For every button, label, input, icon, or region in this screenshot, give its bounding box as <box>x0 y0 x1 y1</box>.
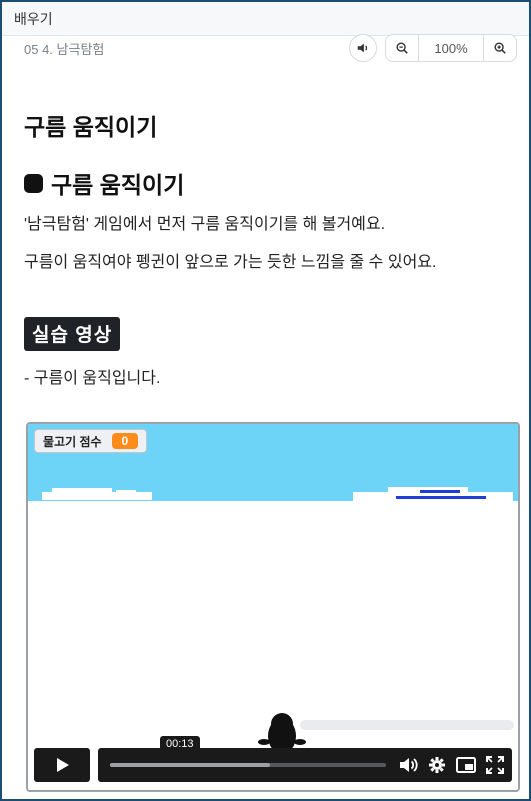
play-icon <box>57 758 69 772</box>
sound-button[interactable] <box>349 34 377 62</box>
zoom-level: 100% <box>418 35 484 61</box>
picture-in-picture-icon[interactable] <box>456 757 476 773</box>
control-bar: 00:13 <box>98 736 512 782</box>
content-toolbar: 05 4. 남극탐험 100% <box>24 34 517 62</box>
ground-shadow <box>300 720 514 730</box>
cloud-left <box>42 488 152 500</box>
zoom-in-icon <box>494 42 506 54</box>
cloud-right <box>353 487 513 501</box>
paragraph: '남극탐험' 게임에서 먼저 구름 움직이기를 해 볼거예요. <box>24 216 386 233</box>
top-bar-title: 배우기 <box>14 10 53 27</box>
top-bar: 배우기 <box>2 2 529 36</box>
speaker-icon <box>357 43 368 53</box>
tool-group: 100% <box>349 34 517 62</box>
progress-fill <box>110 763 271 767</box>
paragraph: 구름이 움직여야 펭귄이 앞으로 가는 듯한 느낌을 줄 수 있어요. <box>24 254 437 271</box>
score-display: 물고기 점수 0 <box>34 429 148 453</box>
page-title: 구름 움직이기 <box>24 114 158 140</box>
section-title: 구름 움직이기 <box>51 172 185 198</box>
score-label: 물고기 점수 <box>43 434 102 449</box>
control-icons <box>398 756 504 774</box>
zoom-out-button[interactable] <box>386 35 418 61</box>
progress-track[interactable] <box>110 763 386 767</box>
fullscreen-icon[interactable] <box>486 756 504 774</box>
settings-gear-icon[interactable] <box>428 756 446 774</box>
zoom-in-button[interactable] <box>484 35 516 61</box>
heading-square-icon <box>24 173 43 193</box>
game-stage <box>28 487 518 790</box>
zoom-control: 100% <box>385 34 517 62</box>
play-button[interactable] <box>34 748 90 782</box>
video-player[interactable]: 물고기 점수 0 00:13 <box>26 422 520 792</box>
app-window: 배우기 05 4. 남극탐험 100% 구름 움직이기 구름 움직이기 '남극탐… <box>0 0 531 801</box>
practice-video-tag: 실습 영상 <box>24 317 121 351</box>
breadcrumb: 05 4. 남극탐험 <box>24 41 105 57</box>
bullet-item: - 구름이 움직입니다. <box>24 370 161 387</box>
video-controls: 00:13 <box>34 736 512 784</box>
score-value: 0 <box>111 433 139 449</box>
volume-icon[interactable] <box>398 756 418 774</box>
section-heading: 구름 움직이기 <box>24 166 184 200</box>
zoom-out-icon <box>396 42 408 54</box>
time-tooltip: 00:13 <box>160 736 200 752</box>
